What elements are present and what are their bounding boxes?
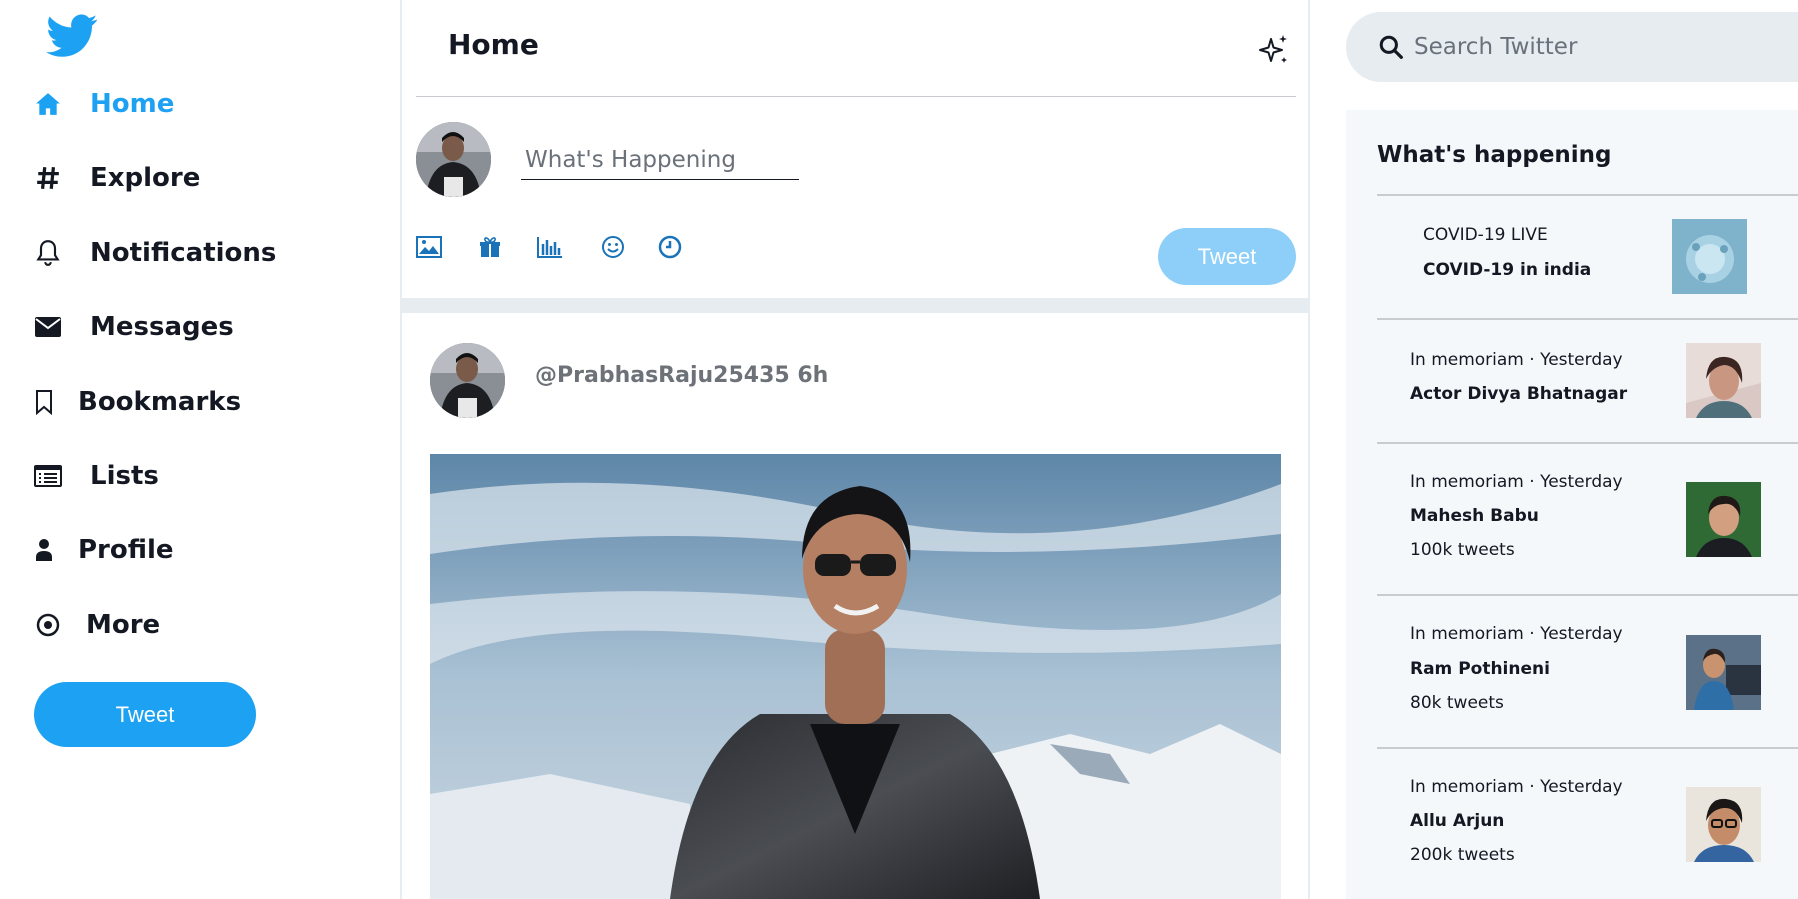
sidebar-item-label: More [86, 610, 161, 640]
trend-category: In memoriam · Yesterday [1410, 624, 1623, 644]
sidebar-item-explore[interactable]: Explore [34, 156, 200, 200]
feed-header: Home [416, 0, 1296, 97]
search-input[interactable] [1414, 34, 1794, 60]
trends-title: What's happening [1377, 142, 1612, 168]
trend-category: In memoriam · Yesterday [1410, 472, 1623, 492]
search-icon [1379, 35, 1403, 59]
trend-topic: Mahesh Babu [1410, 506, 1539, 526]
poll-icon[interactable] [535, 232, 565, 262]
post-author-avatar[interactable] [430, 343, 505, 418]
sidebar-tweet-button[interactable]: Tweet [34, 682, 256, 747]
tweet-card: @PrabhasRaju25435 6h [402, 313, 1308, 899]
gif-icon[interactable] [475, 232, 505, 262]
trend-category: In memoriam · Yesterday [1410, 350, 1623, 370]
composer-avatar[interactable] [416, 122, 491, 197]
trend-category: In memoriam · Yesterday [1410, 777, 1623, 797]
schedule-icon[interactable] [655, 232, 685, 262]
sidebar-item-label: Home [90, 89, 175, 119]
trend-count: 100k tweets [1410, 540, 1515, 560]
trend-item[interactable]: In memoriam · Yesterday Actor Divya Bhat… [1346, 318, 1798, 442]
sidebar-item-label: Messages [90, 312, 234, 342]
sidebar-item-label: Bookmarks [78, 387, 242, 417]
trend-category: COVID-19 LIVE [1423, 225, 1548, 245]
home-icon [34, 90, 62, 118]
twitter-logo[interactable] [34, 0, 109, 71]
twitter-bird-icon [45, 14, 97, 57]
compose-input[interactable] [521, 140, 799, 180]
sidebar-item-label: Lists [90, 461, 159, 491]
left-sidebar: Home Explore Notifications Messages Book… [0, 0, 400, 899]
sidebar-item-profile[interactable]: Profile [34, 528, 174, 572]
envelope-icon [34, 313, 62, 341]
more-circle-icon [34, 611, 62, 639]
sidebar-item-label: Profile [78, 535, 174, 565]
sidebar-item-more[interactable]: More [34, 603, 160, 647]
trend-item[interactable]: COVID-19 LIVE COVID-19 in india [1346, 194, 1798, 318]
bookmark-icon [34, 388, 54, 416]
trend-topic: COVID-19 in india [1423, 260, 1592, 280]
trend-topic: Allu Arjun [1410, 811, 1505, 831]
trend-topic: Ram Pothineni [1410, 659, 1550, 679]
trend-item[interactable]: In memoriam · Yesterday Ram Pothineni 80… [1346, 594, 1798, 747]
trend-count: 200k tweets [1410, 845, 1515, 865]
compose-tweet-button[interactable]: Tweet [1158, 228, 1296, 285]
search-bar[interactable] [1346, 12, 1798, 82]
sidebar-item-label: Explore [90, 163, 201, 193]
trend-thumbnail [1686, 482, 1761, 557]
emoji-icon[interactable] [598, 232, 628, 262]
trend-topic: Actor Divya Bhatnagar [1410, 384, 1628, 404]
trend-count: 80k tweets [1410, 693, 1504, 713]
bell-icon [34, 239, 62, 267]
page-title: Home [448, 28, 539, 61]
trend-thumbnail [1686, 635, 1761, 710]
sidebar-item-home[interactable]: Home [34, 82, 174, 126]
sparkle-icon[interactable] [1258, 33, 1290, 65]
hashtag-icon [34, 164, 62, 192]
trend-item[interactable]: In memoriam · Yesterday Mahesh Babu 100k… [1346, 442, 1798, 594]
trend-thumbnail [1686, 787, 1761, 862]
trend-thumbnail [1672, 219, 1747, 294]
compose-card: Home Tweet [402, 0, 1308, 298]
trend-item[interactable]: In memoriam · Yesterday Allu Arjun 200k … [1346, 747, 1798, 899]
post-image[interactable] [430, 454, 1281, 899]
post-handle[interactable]: @PrabhasRaju25435 6h [535, 363, 828, 388]
list-icon [34, 462, 62, 490]
user-icon [34, 536, 54, 564]
sidebar-item-messages[interactable]: Messages [34, 305, 234, 349]
image-icon[interactable] [414, 232, 444, 262]
sidebar-item-notifications[interactable]: Notifications [34, 231, 276, 275]
sidebar-item-lists[interactable]: Lists [34, 454, 159, 498]
sidebar-item-label: Notifications [90, 238, 277, 268]
sidebar-item-bookmarks[interactable]: Bookmarks [34, 380, 241, 424]
trend-thumbnail [1686, 343, 1761, 418]
trends-panel: What's happening COVID-19 LIVE COVID-19 … [1346, 110, 1798, 899]
